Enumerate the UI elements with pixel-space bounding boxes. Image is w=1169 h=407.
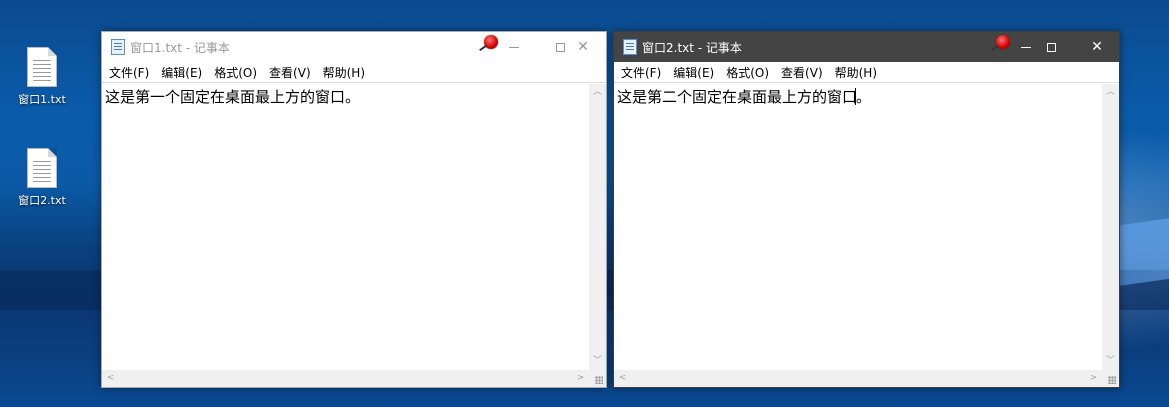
notepad-icon xyxy=(111,39,125,55)
menu-file[interactable]: 文件(F) xyxy=(103,64,155,81)
menu-edit[interactable]: 编辑(E) xyxy=(667,64,720,81)
menu-bar: 文件(F) 编辑(E) 格式(O) 查看(V) 帮助(H) xyxy=(614,62,1119,82)
editor-content: 这是第一个固定在桌面最上方的窗口。 xyxy=(105,88,361,106)
desktop-icon-file2[interactable]: 窗口2.txt xyxy=(12,148,72,208)
menu-format[interactable]: 格式(O) xyxy=(208,64,263,81)
menu-view[interactable]: 查看(V) xyxy=(775,64,829,81)
desktop-icon-label: 窗口1.txt xyxy=(18,93,66,106)
text-file-icon xyxy=(27,47,57,87)
scroll-left-icon[interactable]: < xyxy=(102,370,119,387)
titlebar[interactable]: 窗口2.txt - 记事本 ✕ xyxy=(614,32,1119,62)
scroll-up-icon[interactable]: ︿ xyxy=(589,84,606,101)
editor-text: 这是第二个固定在桌面最上方的窗口 xyxy=(617,88,858,106)
notepad-icon xyxy=(623,39,637,55)
scroll-up-icon[interactable]: ︿ xyxy=(1102,84,1119,101)
close-button[interactable]: ✕ xyxy=(560,32,606,62)
notepad-window-2: 窗口2.txt - 记事本 ✕ 文件(F) 编辑(E) 格式(O) 查看(V) … xyxy=(613,31,1120,388)
menu-bar: 文件(F) 编辑(E) 格式(O) 查看(V) 帮助(H) xyxy=(102,62,606,82)
scroll-left-icon[interactable]: < xyxy=(614,370,631,387)
editor-text-tail: 。 xyxy=(856,88,872,106)
menu-edit[interactable]: 编辑(E) xyxy=(155,64,208,81)
desktop-icon-file1[interactable]: 窗口1.txt xyxy=(12,47,72,107)
text-editor[interactable]: 这是第一个固定在桌面最上方的窗口。 ︿ ﹀ < > xyxy=(102,82,606,387)
scroll-down-icon[interactable]: ﹀ xyxy=(1102,353,1119,370)
maximize-button[interactable] xyxy=(1028,32,1074,62)
horizontal-scrollbar[interactable]: < > xyxy=(614,370,1102,387)
desktop-icon-label: 窗口2.txt xyxy=(18,194,66,207)
menu-view[interactable]: 查看(V) xyxy=(263,64,317,81)
text-editor[interactable]: 这是第二个固定在桌面最上方的窗口。 ︿ ﹀ < > xyxy=(614,82,1119,387)
window-title: 窗口1.txt - 记事本 xyxy=(130,41,230,55)
scroll-right-icon[interactable]: > xyxy=(572,370,589,387)
menu-help[interactable]: 帮助(H) xyxy=(829,64,883,81)
resize-grip-icon[interactable] xyxy=(1102,370,1119,387)
close-button[interactable]: ✕ xyxy=(1074,32,1120,62)
window-title: 窗口2.txt - 记事本 xyxy=(642,41,742,55)
minimize-button[interactable] xyxy=(491,32,537,62)
menu-format[interactable]: 格式(O) xyxy=(720,64,775,81)
horizontal-scrollbar[interactable]: < > xyxy=(102,370,589,387)
vertical-scrollbar[interactable]: ︿ ﹀ xyxy=(589,84,606,370)
menu-file[interactable]: 文件(F) xyxy=(615,64,667,81)
scroll-down-icon[interactable]: ﹀ xyxy=(589,353,606,370)
editor-content: 这是第二个固定在桌面最上方的窗口。 xyxy=(617,86,871,107)
resize-grip-icon[interactable] xyxy=(589,370,606,387)
menu-help[interactable]: 帮助(H) xyxy=(317,64,371,81)
titlebar[interactable]: 窗口1.txt - 记事本 ✕ xyxy=(102,32,606,62)
notepad-window-1: 窗口1.txt - 记事本 ✕ 文件(F) 编辑(E) 格式(O) 查看(V) … xyxy=(101,31,607,388)
vertical-scrollbar[interactable]: ︿ ﹀ xyxy=(1102,84,1119,370)
scroll-right-icon[interactable]: > xyxy=(1085,370,1102,387)
text-file-icon xyxy=(27,148,57,188)
